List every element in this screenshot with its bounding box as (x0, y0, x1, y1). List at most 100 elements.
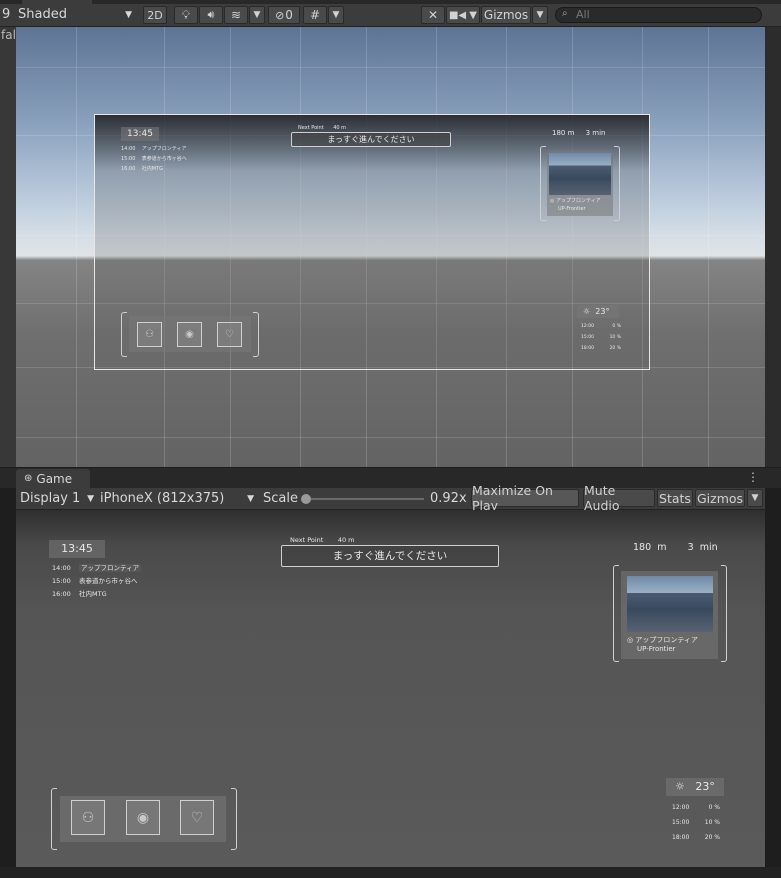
effects-dropdown-button[interactable]: ▼ (249, 6, 265, 24)
heart-icon[interactable]: ♡ (180, 800, 214, 835)
layers-icon: ≋ (230, 8, 242, 22)
tools-icon: ✕ (427, 8, 439, 22)
hidden-eye-icon: ⊘ (275, 8, 285, 22)
scale-value: 0.92x (430, 491, 467, 506)
place-photo (627, 576, 713, 632)
scene-canvas-frame[interactable]: 13:45 14:00 アップフロンティア 15:00 表参道から市ヶ谷へ 16… (94, 114, 650, 370)
gizmos-dropdown-button[interactable]: ▼ (532, 6, 548, 24)
people-icon[interactable]: ⚇ (71, 800, 105, 835)
chevron-down-icon: ▼ (87, 494, 94, 504)
more-options-icon[interactable]: ⋮ (747, 470, 759, 484)
lightbulb-icon: 💡︎ (181, 7, 191, 22)
shading-mode-dropdown[interactable]: Shaded ▼ (18, 6, 136, 24)
shading-mode-value: Shaded (18, 7, 67, 22)
location-pin-icon: ◎ (550, 198, 555, 204)
game-toolbar: Display 1 ▼ iPhoneX (812x375) ▼ Scale 0.… (16, 483, 765, 513)
display-dropdown[interactable]: Display 1 ▼ (20, 490, 96, 508)
heart-icon[interactable]: ♡ (217, 322, 242, 347)
tab-game-label: Game (36, 471, 73, 486)
place-sub: UP-Frontier (637, 645, 676, 653)
game-instruction-box: まっすぐ進んでください (281, 545, 499, 567)
scene-visibility-button[interactable]: ⊘ 0 (268, 6, 300, 24)
speaker-icon: 🔊︎ (207, 8, 215, 21)
game-distance-readout: 180 m 3 min (633, 542, 718, 553)
scene-left-number: 9 (2, 7, 11, 22)
camera-settings-button[interactable]: ■◀ ▼ (446, 6, 480, 24)
chevron-down-icon: ▼ (536, 10, 544, 20)
grid-icon: # (309, 8, 321, 22)
search-icon: ⌕ (562, 8, 568, 19)
scale-label: Scale (263, 491, 298, 506)
scene-left-edge: fal (0, 27, 16, 467)
scene-place-card: ◎ アップフロンティア UP-Frontier (540, 146, 620, 221)
game-place-card: ◎ アップフロンティア UP-Frontier (613, 565, 727, 662)
tools-button[interactable]: ✕ (421, 6, 445, 24)
stats-button[interactable]: Stats (657, 489, 693, 507)
schedule-time: 14:00 (121, 146, 136, 152)
next-point-label: Next Point (290, 536, 324, 544)
game-action-bar: ⚇ ◉ ♡ (51, 788, 237, 850)
location-pin-icon: ◎ (627, 636, 634, 644)
hidden-count: 0 (285, 8, 293, 22)
temperature: 23° (695, 780, 715, 793)
chevron-down-icon: ▼ (751, 493, 759, 503)
chevron-down-icon: ▼ (247, 494, 254, 504)
schedule-text: 社内MTG (141, 166, 164, 172)
camera-icon[interactable]: ◉ (126, 800, 160, 835)
next-point-distance: 40 m (337, 536, 355, 544)
forecast-row: 18:00 20 % (672, 834, 720, 841)
schedule-time: 15:00 (121, 156, 136, 162)
game-gizmos-dropdown-button[interactable]: ▼ (747, 489, 763, 507)
grid-dropdown-button[interactable]: ▼ (328, 6, 344, 24)
place-name: アップフロンティア (635, 636, 698, 644)
audio-toggle-button[interactable]: 🔊︎ (199, 6, 223, 24)
scene-scrollbar[interactable] (765, 27, 781, 467)
scene-action-bar: ⚇ ◉ ♡ (121, 312, 259, 357)
game-next-point: Next Point 40 m (290, 536, 355, 544)
grid-toggle-button[interactable]: # (303, 6, 327, 24)
mute-audio-button[interactable]: Mute Audio (583, 483, 655, 513)
scene-toolbar: 9 Shaded ▼ 2D 💡︎ 🔊︎ ≋ ▼ ⊘ 0 # ▼ ✕ ■◀ ▼ G… (0, 4, 781, 27)
game-gizmos-button[interactable]: Gizmos (695, 489, 745, 507)
search-placeholder: All (576, 8, 590, 21)
effects-button[interactable]: ≋ (224, 6, 248, 24)
chevron-down-icon: ▼ (125, 10, 132, 20)
scene-forecast: 12:00 0 % 15:00 10 % 18:00 20 % (581, 324, 621, 351)
video-camera-icon: ■◀ ▼ (448, 9, 477, 21)
game-schedule: 14:00 アップフロンティア 15:00 表参道から市ヶ谷へ 16:00 社内… (52, 562, 142, 601)
scene-gizmos-button[interactable]: Gizmos (481, 6, 531, 24)
game-weather-box: ☼ 23° (666, 778, 724, 796)
schedule-text: アップフロンティア (141, 146, 187, 152)
lighting-toggle-button[interactable]: 💡︎ (174, 6, 198, 24)
gamepad-icon: ⊛ (24, 473, 33, 484)
camera-icon[interactable]: ◉ (177, 322, 202, 347)
resolution-value: iPhoneX (812x375) (100, 491, 225, 506)
maximize-on-play-button[interactable]: Maximize On Play (471, 483, 579, 513)
sun-icon: ☼ (583, 307, 591, 316)
status-bar (0, 867, 781, 878)
people-icon[interactable]: ⚇ (137, 322, 162, 347)
game-viewport[interactable]: 13:45 14:00 アップフロンティア 15:00 表参道から市ヶ谷へ 16… (16, 510, 765, 867)
2d-toggle-button[interactable]: 2D (143, 6, 167, 24)
schedule-row: 15:00 表参道から市ヶ谷へ (52, 577, 138, 585)
game-tabbar: ⋮ (0, 468, 781, 488)
schedule-text: 表参道から市ヶ谷へ (141, 156, 187, 162)
scene-schedule: 14:00 アップフロンティア 15:00 表参道から市ヶ谷へ 16:00 社内… (121, 144, 187, 174)
chevron-down-icon: ▼ (253, 10, 261, 20)
scene-search-input[interactable]: ⌕ All (555, 7, 762, 23)
chevron-down-icon: ▼ (332, 10, 340, 20)
scene-distance-readout: 180 m 3 min (552, 129, 606, 137)
scale-slider-thumb[interactable] (301, 494, 311, 504)
scale-slider-track[interactable] (304, 498, 424, 500)
schedule-row: 14:00 アップフロンティア (52, 564, 142, 572)
scene-viewport[interactable]: 13:45 14:00 アップフロンティア 15:00 表参道から市ヶ谷へ 16… (16, 27, 765, 467)
resolution-dropdown[interactable]: iPhoneX (812x375) ▼ (100, 490, 256, 508)
schedule-time: 16:00 (121, 166, 136, 172)
display-value: Display 1 (20, 491, 81, 506)
scene-clock: 13:45 (121, 127, 159, 141)
forecast-row: 15:00 10 % (672, 819, 720, 826)
sun-icon: ☼ (675, 780, 685, 793)
game-clock: 13:45 (49, 540, 105, 558)
scene-instruction-box: まっすぐ進んでください (291, 132, 451, 147)
tab-game[interactable]: ⊛ Game (16, 469, 90, 488)
